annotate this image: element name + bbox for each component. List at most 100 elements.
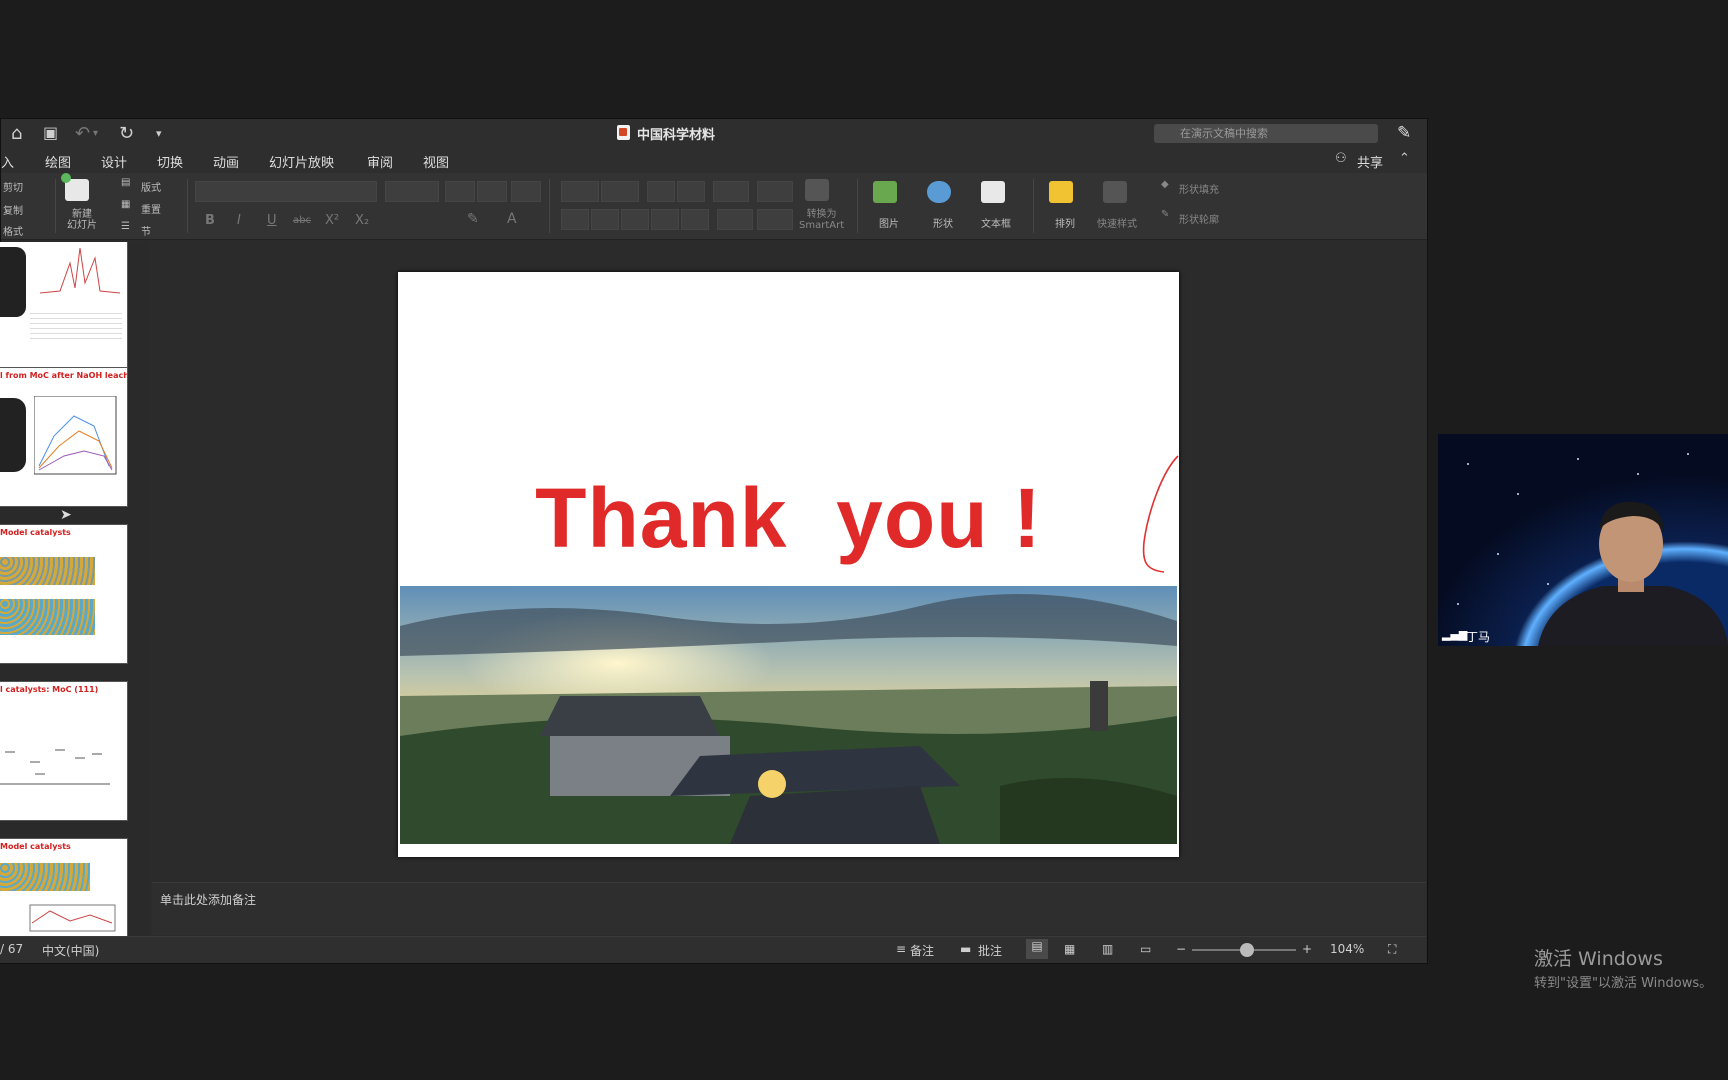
tab-review[interactable]: 审阅 xyxy=(367,152,393,171)
comments-icon[interactable]: ▬ xyxy=(960,942,971,956)
font-family-select[interactable] xyxy=(195,181,377,202)
notes-pane[interactable]: 单击此处添加备注 xyxy=(152,882,1426,935)
arrange-icon[interactable] xyxy=(1049,181,1073,203)
text-direction-button[interactable] xyxy=(717,209,753,230)
line-spacing-button[interactable] xyxy=(713,181,749,202)
shape-outline-button[interactable]: 形状轮廓 xyxy=(1179,211,1219,226)
language-indicator[interactable]: 中文(中国) xyxy=(42,942,99,959)
tab-draw[interactable]: 绘图 xyxy=(45,152,71,171)
section-button[interactable]: 节 xyxy=(141,223,151,238)
slideshow-icon[interactable]: ▭ xyxy=(1140,942,1151,956)
outline-icon: ✎ xyxy=(1161,209,1170,220)
slide-thumbnail[interactable]: Model catalysts xyxy=(0,524,128,664)
align-center-button[interactable] xyxy=(591,209,619,230)
picture-icon[interactable] xyxy=(873,181,897,203)
zoom-out-icon[interactable]: − xyxy=(1176,942,1186,956)
thumbnail-chart xyxy=(0,749,110,785)
zoom-in-icon[interactable]: + xyxy=(1302,942,1312,956)
font-color-icon[interactable]: A xyxy=(507,211,517,227)
slide-thumbnail[interactable]: l catalysts: MoC (111) xyxy=(0,681,128,821)
new-slide-icon[interactable] xyxy=(65,179,89,201)
zoom-level[interactable]: 104% xyxy=(1330,942,1364,956)
font-size-select[interactable] xyxy=(385,181,439,202)
current-slide[interactable]: Thank you ! xyxy=(398,272,1179,857)
slide-text[interactable]: Thank you ! xyxy=(398,470,1179,567)
title-bar: ⌂ ▣ ↶ ▾ ↻ ▾ 中国科学材料 ⌕ 在演示文稿中搜索 ✎ xyxy=(1,119,1427,147)
cut-button[interactable]: 剪切 xyxy=(3,179,23,194)
new-slide-button[interactable]: 新建 幻灯片 xyxy=(67,209,97,231)
justify-button[interactable] xyxy=(651,209,679,230)
columns-button[interactable] xyxy=(757,181,793,202)
notes-placeholder[interactable]: 单击此处添加备注 xyxy=(160,891,256,908)
align-left-button[interactable] xyxy=(561,209,589,230)
align-text-button[interactable] xyxy=(757,209,793,230)
slide-thumbnail-panel[interactable]: l from MoC after NaOH leaching Model cat… xyxy=(0,242,150,937)
tab-transitions[interactable]: 切换 xyxy=(157,152,183,171)
picture-button[interactable]: 图片 xyxy=(879,215,899,230)
thumbnail-image xyxy=(0,247,26,317)
notes-icon[interactable]: ≡ xyxy=(896,942,906,956)
undo-dropdown-icon[interactable]: ▾ xyxy=(93,128,98,139)
format-painter-button[interactable]: 格式 xyxy=(3,223,23,238)
tab-slideshow[interactable]: 幻灯片放映 xyxy=(269,152,334,171)
bold-button[interactable]: B xyxy=(205,213,215,228)
slide-thumbnail[interactable] xyxy=(0,242,128,372)
share-button[interactable]: 共享 xyxy=(1357,152,1383,171)
tab-insert[interactable]: 入 xyxy=(1,152,14,171)
comments-toggle[interactable]: 批注 xyxy=(978,942,1002,959)
thumbnail-image xyxy=(0,398,26,472)
zoom-slider-track[interactable] xyxy=(1192,943,1296,957)
underline-button[interactable]: U xyxy=(267,213,277,228)
slide-thumbnail[interactable]: Model catalysts xyxy=(0,838,128,937)
reading-view-icon[interactable]: ▥ xyxy=(1102,942,1113,956)
normal-view-icon[interactable]: ▤ xyxy=(1026,939,1048,959)
decrease-font-button[interactable] xyxy=(477,181,507,202)
tab-view[interactable]: 视图 xyxy=(423,152,449,171)
convert-smartart-button[interactable]: 转换为 SmartArt xyxy=(799,209,844,231)
redo-icon[interactable]: ↻ xyxy=(119,123,134,144)
save-icon[interactable]: ▣ xyxy=(43,123,58,142)
quick-styles-icon[interactable] xyxy=(1103,181,1127,203)
slide-thumbnail[interactable]: l from MoC after NaOH leaching xyxy=(0,367,128,507)
increase-font-button[interactable] xyxy=(445,181,475,202)
tab-design[interactable]: 设计 xyxy=(101,152,127,171)
feedback-icon[interactable]: ✎ xyxy=(1397,123,1411,143)
textbox-button[interactable]: 文本框 xyxy=(981,215,1011,230)
add-person-icon[interactable]: ⚇ xyxy=(1335,151,1347,166)
fit-to-window-icon[interactable]: ⛶ xyxy=(1388,942,1396,957)
decrease-indent-button[interactable] xyxy=(647,181,675,202)
tab-animations[interactable]: 动画 xyxy=(213,152,239,171)
copy-button[interactable]: 复制 xyxy=(3,202,23,217)
smartart-icon[interactable] xyxy=(805,179,829,201)
highlight-icon[interactable]: ✎ xyxy=(467,211,479,227)
distribute-button[interactable] xyxy=(681,209,709,230)
bullets-button[interactable] xyxy=(561,181,599,202)
customize-toolbar-icon[interactable]: ▾ xyxy=(156,127,162,140)
shapes-button[interactable]: 形状 xyxy=(933,215,953,230)
increase-indent-button[interactable] xyxy=(677,181,705,202)
superscript-button[interactable]: X² xyxy=(325,213,339,228)
strikethrough-button[interactable]: abc xyxy=(293,215,311,226)
textbox-icon[interactable] xyxy=(981,181,1005,203)
undo-icon[interactable]: ↶ xyxy=(75,123,90,144)
search-input[interactable]: 在演示文稿中搜索 xyxy=(1154,124,1378,143)
numbering-button[interactable] xyxy=(601,181,639,202)
quick-styles-button[interactable]: 快速样式 xyxy=(1097,215,1137,230)
align-right-button[interactable] xyxy=(621,209,649,230)
signal-icon: ▂▄▆ xyxy=(1442,628,1468,641)
arrange-button[interactable]: 排列 xyxy=(1055,215,1075,230)
shape-fill-button[interactable]: 形状填充 xyxy=(1179,181,1219,196)
notes-toggle[interactable]: 备注 xyxy=(910,942,934,959)
shapes-icon[interactable] xyxy=(927,181,951,203)
clear-format-button[interactable] xyxy=(511,181,541,202)
thumbnail-chart xyxy=(29,904,116,932)
slide-sorter-icon[interactable]: ▦ xyxy=(1064,942,1075,956)
zoom-slider-thumb[interactable] xyxy=(1240,943,1255,957)
home-icon[interactable]: ⌂ xyxy=(11,123,22,144)
reset-button[interactable]: 重置 xyxy=(141,201,161,216)
layout-button[interactable]: 版式 xyxy=(141,179,161,194)
collapse-ribbon-icon[interactable]: ⌃ xyxy=(1399,151,1410,166)
italic-button[interactable]: I xyxy=(237,213,241,228)
thumbnail-title: Model catalysts xyxy=(0,528,71,537)
subscript-button[interactable]: X₂ xyxy=(355,213,369,228)
